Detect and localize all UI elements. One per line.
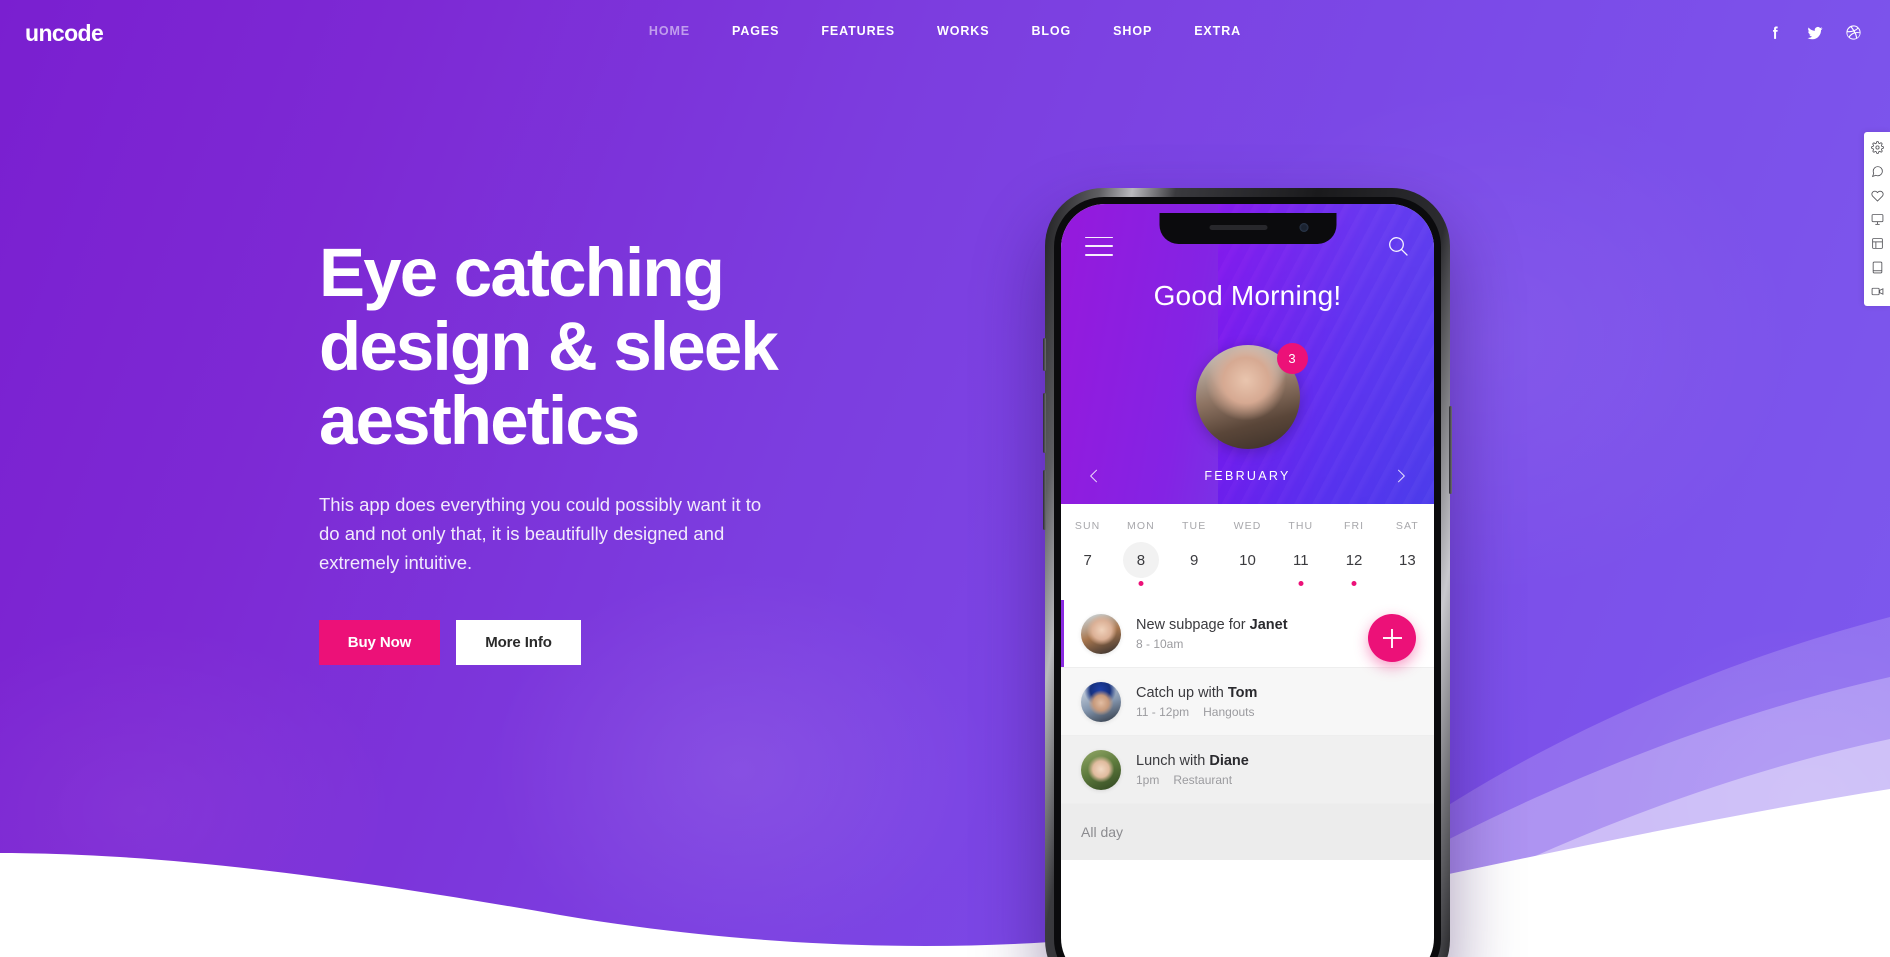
layout-icon[interactable] (1870, 236, 1884, 250)
search-icon[interactable] (1386, 234, 1410, 258)
hero-title-line-2: design & sleek (319, 307, 779, 385)
weekday-label: MON (1127, 520, 1155, 532)
nav-item-home[interactable]: HOME (628, 24, 711, 38)
calendar-day-9[interactable]: 9 (1168, 542, 1221, 588)
side-toolbar (1864, 132, 1890, 306)
weekday-label: SUN (1074, 520, 1101, 532)
notification-badge[interactable]: 3 (1276, 343, 1308, 374)
phone-notch (1159, 213, 1336, 244)
social-links (1767, 24, 1862, 41)
avatar (1081, 749, 1121, 790)
event-dot (1298, 581, 1304, 586)
earpiece-speaker (1209, 225, 1267, 230)
app-greeting: Good Morning! (1153, 280, 1342, 311)
phone-mute-switch[interactable] (1043, 338, 1046, 371)
gear-icon[interactable] (1870, 140, 1884, 154)
nav-item-works[interactable]: WORKS (916, 24, 1010, 38)
all-day-label: All day (1081, 824, 1124, 840)
calendar-month-bar: FEBRUARY (1061, 448, 1434, 504)
hero-title-line-3: aesthetics (319, 381, 640, 459)
heart-icon[interactable] (1870, 188, 1884, 202)
dribbble-icon[interactable] (1845, 24, 1862, 41)
hero-title-line-1: Eye catching (319, 234, 725, 311)
more-info-button[interactable]: More Info (456, 619, 581, 665)
table-row[interactable]: New subpage for Janet 8 - 10am (1061, 600, 1434, 668)
event-meta: 1pm Restaurant (1136, 773, 1233, 788)
calendar-day-row: 7 8 9 10 11 12 13 (1061, 542, 1434, 588)
phone-mockup: Good Morning! 3 FEBRUARY SUN MON TUE WED… (1043, 188, 1452, 957)
calendar-day-10[interactable]: 10 (1221, 542, 1274, 588)
app-avatar-wrapper: 3 (1195, 343, 1308, 449)
comment-icon[interactable] (1870, 164, 1884, 178)
nav-item-extra[interactable]: EXTRA (1173, 24, 1262, 38)
phone-volume-up-button[interactable] (1043, 393, 1046, 453)
nav-item-blog[interactable]: BLOG (1010, 24, 1092, 38)
calendar-day-11[interactable]: 11 (1274, 542, 1327, 588)
phone-screen: Good Morning! 3 FEBRUARY SUN MON TUE WED… (1061, 204, 1434, 957)
nav-item-pages[interactable]: PAGES (711, 24, 800, 38)
hero-section: Eye catching design & sleek aesthetics T… (319, 236, 959, 665)
weekday-label: FRI (1343, 520, 1365, 532)
event-dot (1138, 581, 1144, 586)
all-day-row[interactable]: All day (1061, 804, 1434, 860)
calendar-month-label: FEBRUARY (1204, 469, 1291, 483)
event-text: Catch up with Tom 11 - 12pm Hangouts (1136, 684, 1414, 720)
main-navigation: HOME PAGES FEATURES WORKS BLOG SHOP EXTR… (0, 24, 1890, 38)
page-root: uncode HOME PAGES FEATURES WORKS BLOG SH… (0, 0, 1890, 957)
front-camera-icon (1299, 223, 1308, 232)
avatar (1081, 681, 1121, 722)
nav-item-shop[interactable]: SHOP (1092, 24, 1173, 38)
buy-now-button[interactable]: Buy Now (319, 619, 440, 665)
hero-subtitle: This app does everything you could possi… (319, 494, 762, 573)
weekday-label: THU (1288, 520, 1314, 532)
table-row[interactable]: Lunch with Diane 1pm Restaurant (1061, 736, 1434, 804)
calendar-day-7[interactable]: 7 (1061, 542, 1114, 588)
phone-power-button[interactable] (1449, 406, 1452, 494)
twitter-icon[interactable] (1806, 24, 1823, 41)
add-event-button[interactable] (1368, 614, 1416, 662)
calendar-day-8[interactable]: 8 (1114, 542, 1167, 588)
page-title: Eye catching design & sleek aesthetics (319, 236, 959, 457)
table-row[interactable]: Catch up with Tom 11 - 12pm Hangouts (1061, 668, 1434, 736)
weekday-label: TUE (1182, 520, 1207, 532)
calendar-weekday-row: SUN MON TUE WED THU FRI SAT (1061, 520, 1434, 532)
avatar (1081, 613, 1121, 654)
event-dot (1351, 581, 1357, 586)
calendar-day-13[interactable]: 13 (1381, 542, 1434, 588)
mobile-icon[interactable] (1870, 284, 1884, 298)
calendar-day-12[interactable]: 12 (1327, 542, 1380, 588)
tablet-icon[interactable] (1870, 260, 1884, 274)
phone-volume-down-button[interactable] (1043, 470, 1046, 530)
event-list: New subpage for Janet 8 - 10am Catch up … (1061, 600, 1434, 860)
weekday-label: WED (1233, 520, 1262, 532)
event-text: Lunch with Diane 1pm Restaurant (1136, 752, 1414, 788)
nav-item-features[interactable]: FEATURES (800, 24, 916, 38)
chevron-right-icon[interactable] (1390, 465, 1412, 487)
event-title: Lunch with Diane (1136, 752, 1249, 769)
desktop-icon[interactable] (1870, 212, 1884, 226)
chevron-left-icon[interactable] (1083, 465, 1105, 487)
facebook-icon[interactable] (1767, 24, 1784, 41)
event-meta: 11 - 12pm Hangouts (1136, 705, 1255, 720)
event-title: Catch up with Tom (1136, 684, 1258, 701)
app-hero-section: Good Morning! 3 FEBRUARY (1061, 204, 1434, 504)
calendar-strip: SUN MON TUE WED THU FRI SAT 7 8 9 10 11 … (1061, 504, 1434, 600)
site-header: uncode HOME PAGES FEATURES WORKS BLOG SH… (0, 0, 1890, 68)
weekday-label: SAT (1395, 520, 1419, 532)
hamburger-menu-icon[interactable] (1085, 236, 1113, 256)
hero-actions: Buy Now More Info (319, 619, 959, 665)
